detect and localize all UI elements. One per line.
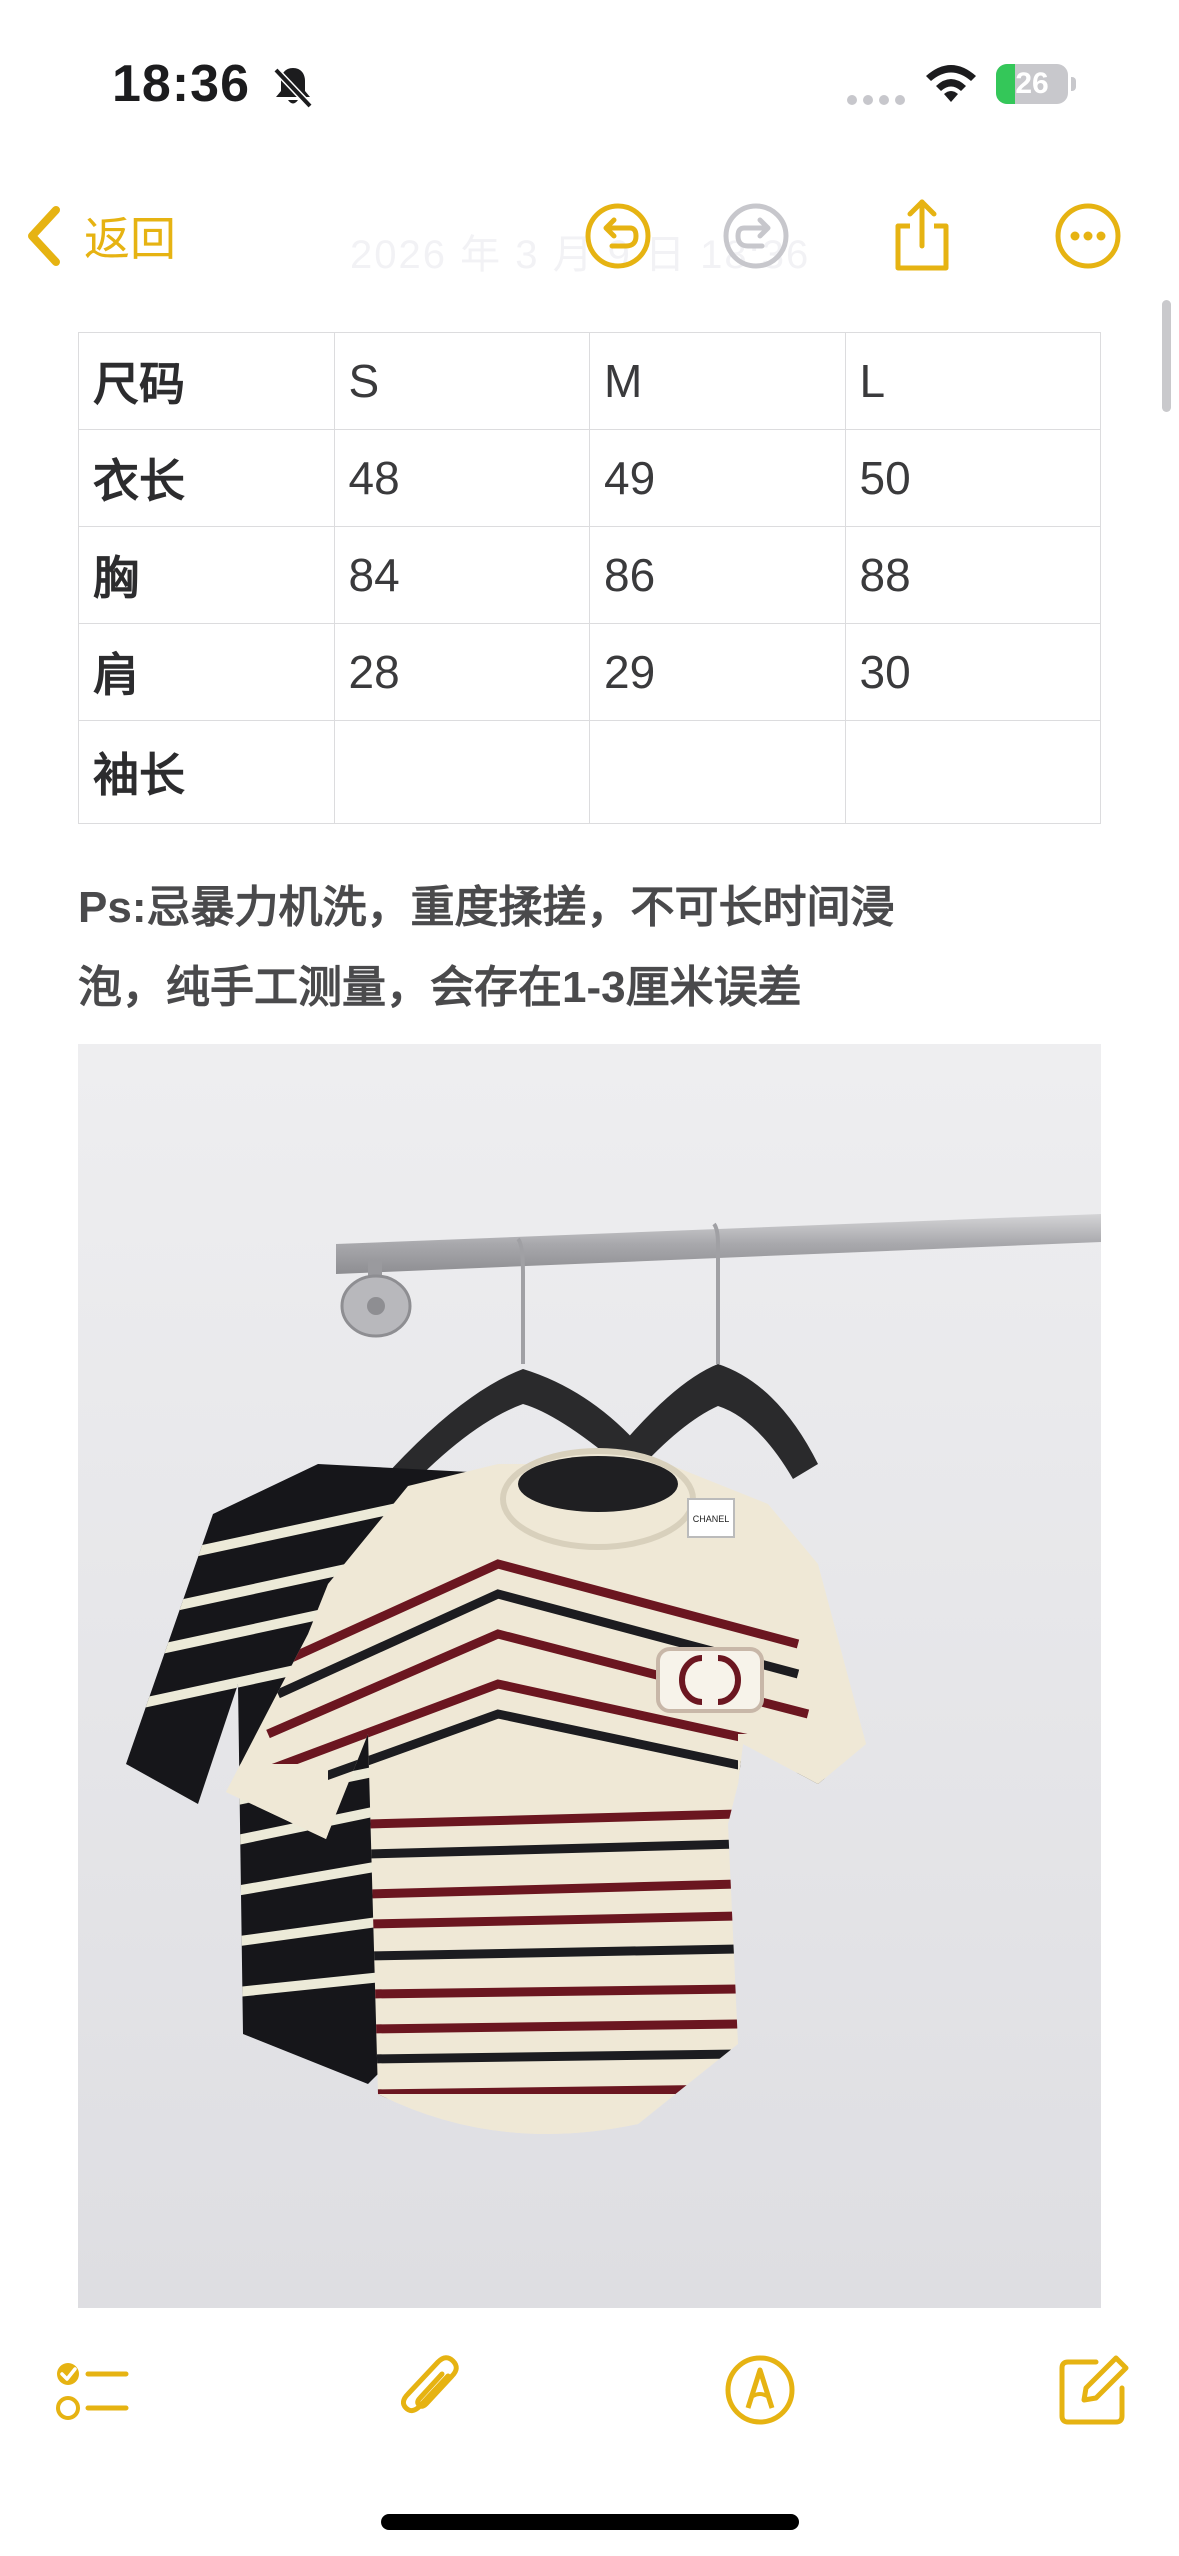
product-photo[interactable]: CHANEL (78, 1044, 1101, 2308)
table-cell[interactable] (589, 720, 846, 824)
wifi-icon (926, 65, 976, 102)
more-icon[interactable] (1048, 196, 1128, 276)
table-cell[interactable]: M (589, 332, 846, 430)
signal-dots-icon (847, 95, 905, 105)
table-row: 胸 84 86 88 (78, 526, 1101, 624)
table-cell[interactable]: S (333, 332, 590, 430)
battery-cap (1071, 77, 1076, 91)
table-row: 衣长 48 49 50 (78, 429, 1101, 527)
compose-icon[interactable] (1054, 2350, 1134, 2430)
markup-pen-icon[interactable] (720, 2350, 800, 2430)
scrollbar[interactable] (1162, 300, 1171, 412)
table-cell[interactable]: 48 (333, 429, 590, 527)
bell-slash-icon (273, 67, 313, 109)
table-cell[interactable]: 尺码 (78, 332, 335, 430)
table-cell[interactable]: 88 (844, 526, 1101, 624)
battery-level: 26 (1015, 67, 1049, 100)
table-cell[interactable] (333, 720, 590, 824)
back-button[interactable]: 返回 (22, 196, 176, 276)
table-cell[interactable]: 肩 (78, 623, 335, 721)
table-cell[interactable]: 29 (589, 623, 846, 721)
note-text[interactable]: Ps:忌暴力机洗，重度揉搓，不可长时间浸 泡，纯手工测量，会存在1-3厘米误差 (78, 868, 1088, 1028)
redo-icon[interactable] (716, 196, 796, 276)
battery-charging-icon: 26 (996, 64, 1076, 104)
table-cell[interactable]: 50 (844, 429, 1101, 527)
table-row: 肩 28 29 30 (78, 623, 1101, 721)
chevron-left-icon (28, 206, 60, 266)
table-row: 袖长 (78, 720, 1101, 824)
size-table: 尺码 S M L 衣长 48 49 50 胸 84 86 88 肩 28 29 … (78, 332, 1101, 824)
table-cell[interactable]: 86 (589, 526, 846, 624)
table-cell[interactable] (844, 720, 1101, 824)
undo-icon[interactable] (578, 196, 658, 276)
cc-logo (656, 1647, 764, 1713)
share-icon[interactable] (882, 196, 962, 276)
table-cell[interactable]: 30 (844, 623, 1101, 721)
table-cell[interactable]: 胸 (78, 526, 335, 624)
table-cell[interactable]: L (844, 332, 1101, 430)
note-line-2: 泡，纯手工测量，会存在1-3厘米误差 (78, 963, 802, 1012)
table-cell[interactable]: 49 (589, 429, 846, 527)
label-text: CHANEL (693, 1514, 730, 1524)
status-bar: 18:36 26 (0, 0, 1179, 170)
battery-body: 26 (996, 64, 1068, 104)
photo-image: CHANEL (78, 1044, 1101, 2308)
table-cell[interactable]: 衣长 (78, 429, 335, 527)
table-row: 尺码 S M L (78, 332, 1101, 430)
note-line-1: Ps:忌暴力机洗，重度揉搓，不可长时间浸 (78, 883, 895, 932)
table-cell[interactable]: 28 (333, 623, 590, 721)
back-label: 返回 (84, 213, 176, 265)
home-indicator[interactable] (381, 2514, 799, 2530)
status-time: 18:36 (112, 55, 250, 113)
paperclip-icon[interactable] (390, 2350, 470, 2430)
table-cell[interactable]: 袖长 (78, 720, 335, 824)
nav-bar: 2026 年 3 月 9 日 18:36 返回 (0, 170, 1179, 320)
table-cell[interactable]: 84 (333, 526, 590, 624)
checklist-icon[interactable] (52, 2350, 132, 2430)
